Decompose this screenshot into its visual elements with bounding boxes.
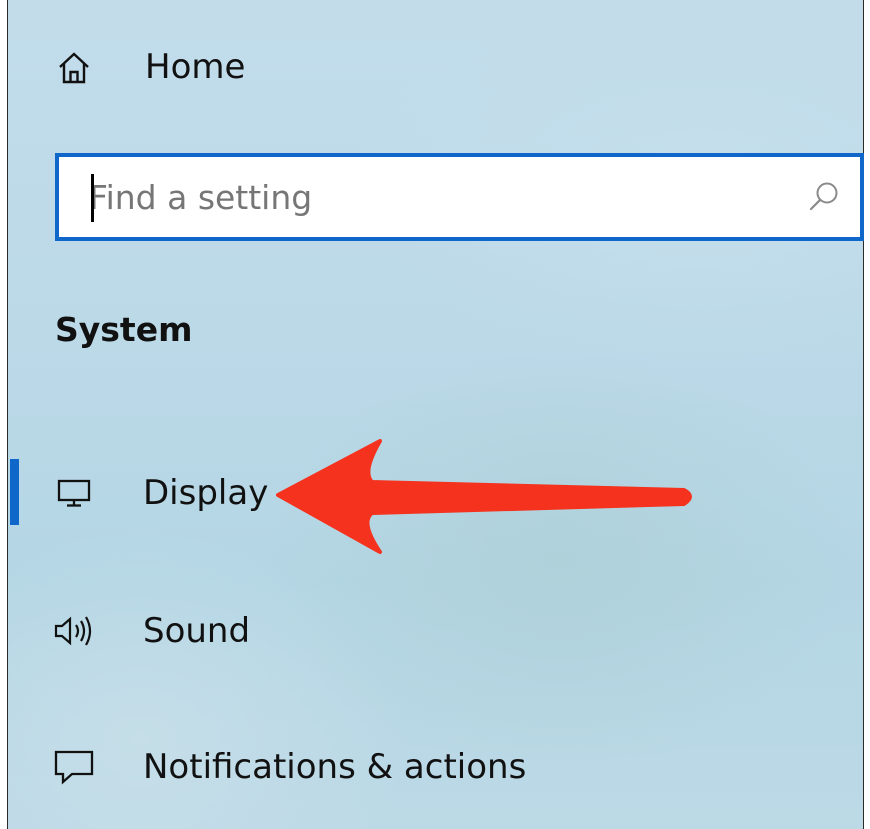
search-box[interactable] [55,153,864,241]
nav-item-sound[interactable]: Sound [0,598,856,664]
speaker-icon [52,609,96,653]
nav-item-sound-label: Sound [143,611,251,651]
nav-item-display-label: Display [143,473,269,513]
text-caret [91,174,94,222]
left-border [0,0,8,829]
notification-icon [52,745,96,789]
settings-sidebar: Home System Display [0,0,870,829]
search-input[interactable] [89,157,789,237]
nav-item-display[interactable]: Display [0,460,856,526]
nav-item-notifications-label: Notifications & actions [143,747,527,787]
home-icon [52,46,96,90]
section-title: System [55,310,193,349]
search-icon[interactable] [806,179,842,215]
right-border [863,0,870,829]
nav-home[interactable]: Home [0,36,856,100]
display-icon [52,471,96,515]
nav-item-notifications[interactable]: Notifications & actions [0,734,856,800]
nav-home-label: Home [145,47,246,87]
annotation-arrow-icon [276,439,692,554]
